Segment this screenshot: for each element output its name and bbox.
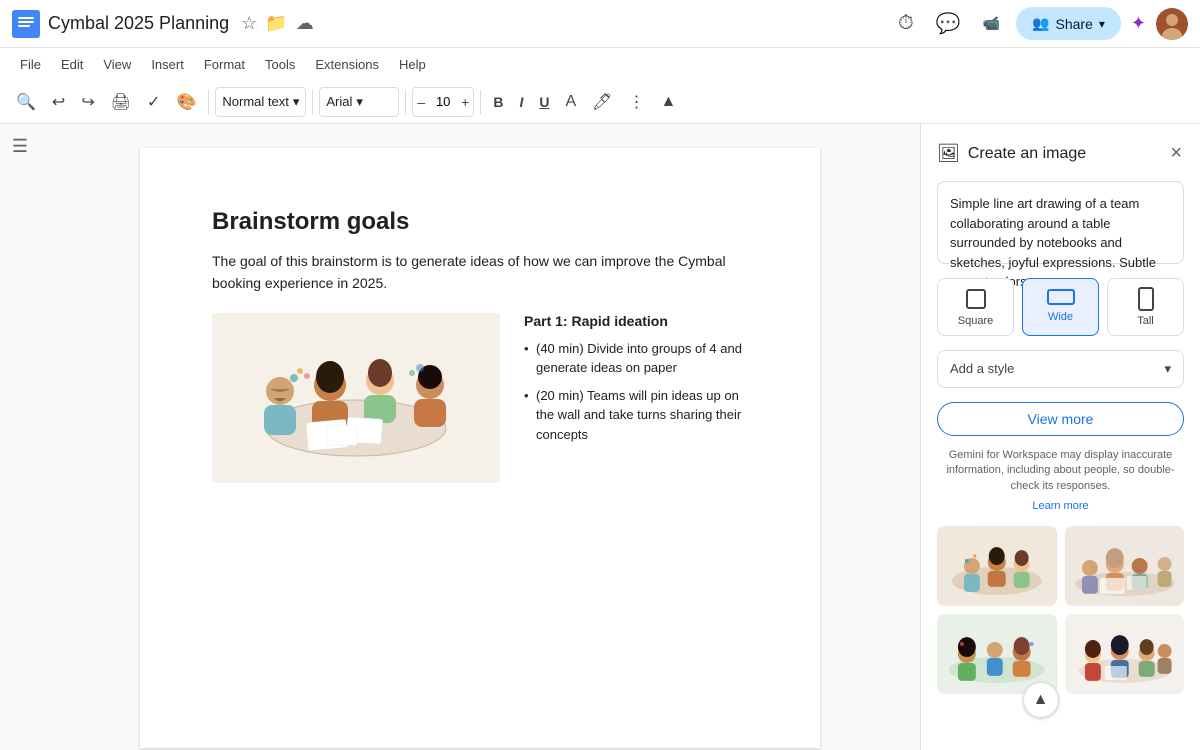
- text-color-button[interactable]: A: [560, 89, 583, 115]
- image-grid: [937, 526, 1184, 694]
- italic-button[interactable]: I: [513, 87, 529, 117]
- toolbar: 🔍 ↩ ↪ 🖨 ✓ 🎨 Normal text ▾ Arial ▾ – + B …: [0, 80, 1200, 124]
- share-button[interactable]: 👥 Share ▾: [1016, 7, 1121, 40]
- font-select[interactable]: Arial ▾: [319, 87, 399, 117]
- learn-more-link[interactable]: Learn more: [937, 500, 1184, 512]
- bullet-2: (20 min) Teams will pin ideas up on the …: [524, 386, 748, 445]
- divider-3: [405, 90, 406, 114]
- tall-label: Tall: [1137, 315, 1154, 327]
- panel-header: 🖼 Create an image ×: [937, 140, 1184, 167]
- square-icon: [964, 287, 988, 311]
- menu-help[interactable]: Help: [391, 53, 434, 76]
- right-panel: 🖼 Create an image × Simple line art draw…: [920, 124, 1200, 750]
- font-size-input[interactable]: [429, 94, 457, 109]
- style-placeholder: Add a style: [950, 361, 1014, 376]
- panel-icon: 🖼: [937, 143, 960, 164]
- image-thumb-1[interactable]: [937, 526, 1057, 606]
- style-dropdown[interactable]: Add a style ▾: [937, 350, 1184, 388]
- doc-title: Cymbal 2025 Planning: [48, 13, 229, 34]
- gemini-button[interactable]: ✦: [1131, 13, 1146, 34]
- title-bar: Cymbal 2025 Planning ☆ 📁 ☁ ⏱ 💬 📹 👥 Share…: [0, 0, 1200, 48]
- font-label: Arial: [326, 94, 352, 109]
- menu-bar: File Edit View Insert Format Tools Exten…: [0, 48, 1200, 80]
- view-more-button[interactable]: View more: [937, 402, 1184, 436]
- search-button[interactable]: 🔍: [10, 88, 42, 116]
- underline-button[interactable]: U: [533, 87, 555, 117]
- divider-2: [312, 90, 313, 114]
- scroll-area: ▲: [937, 694, 1184, 734]
- comments-button[interactable]: 💬: [930, 7, 967, 40]
- style-select[interactable]: Normal text ▾: [215, 87, 306, 117]
- meet-icon: 📹: [983, 15, 1000, 32]
- chevron-up-icon: ▲: [1033, 691, 1049, 709]
- aspect-square-button[interactable]: Square: [937, 278, 1014, 336]
- print-button[interactable]: 🖨: [105, 88, 137, 116]
- redo-button[interactable]: ↪: [75, 88, 100, 116]
- bold-button[interactable]: B: [487, 87, 509, 117]
- style-chevron-icon: ▾: [1164, 361, 1171, 377]
- spellcheck-button[interactable]: ✓: [141, 88, 166, 116]
- style-dropdown-icon: ▾: [293, 94, 300, 110]
- doc-right-col: Part 1: Rapid ideation (40 min) Divide i…: [524, 313, 748, 483]
- undo-button[interactable]: ↩: [46, 88, 71, 116]
- doc-area[interactable]: Brainstorm goals The goal of this brains…: [40, 124, 920, 750]
- panel-title: 🖼 Create an image: [937, 143, 1086, 164]
- image-thumb-2[interactable]: [1065, 526, 1185, 606]
- panel-close-button[interactable]: ×: [1168, 140, 1184, 167]
- top-actions: ⏱ 💬 📹 👥 Share ▾ ✦: [892, 7, 1188, 40]
- part-title: Part 1: Rapid ideation: [524, 313, 748, 329]
- tall-icon: [1138, 287, 1154, 311]
- docs-icon: [12, 10, 40, 38]
- wide-icon: [1047, 287, 1075, 307]
- aspect-wide-button[interactable]: Wide: [1022, 278, 1099, 336]
- outline-toggle[interactable]: ☰: [12, 136, 28, 157]
- menu-view[interactable]: View: [95, 53, 139, 76]
- prompt-box[interactable]: Simple line art drawing of a team collab…: [937, 181, 1184, 264]
- cloud-icon[interactable]: ☁: [296, 13, 314, 34]
- highlight-button[interactable]: 🖊: [586, 88, 618, 116]
- image-thumb-4[interactable]: [1065, 614, 1185, 694]
- history-button[interactable]: ⏱: [892, 8, 920, 39]
- wide-label: Wide: [1048, 311, 1073, 323]
- title-icons: ☆ 📁 ☁: [241, 13, 314, 34]
- menu-edit[interactable]: Edit: [53, 53, 91, 76]
- main-area: ☰ Brainstorm goals The goal of this brai…: [0, 124, 1200, 750]
- font-size-increase-button[interactable]: +: [457, 90, 473, 114]
- aspect-tall-button[interactable]: Tall: [1107, 278, 1184, 336]
- team-image[interactable]: [212, 313, 500, 483]
- avatar[interactable]: [1156, 8, 1188, 40]
- square-label: Square: [958, 315, 993, 327]
- bullet-1: (40 min) Divide into groups of 4 and gen…: [524, 339, 748, 378]
- menu-insert[interactable]: Insert: [143, 53, 192, 76]
- menu-tools[interactable]: Tools: [257, 53, 303, 76]
- font-dropdown-icon: ▾: [356, 94, 363, 110]
- font-size-decrease-button[interactable]: –: [413, 90, 429, 114]
- more-button[interactable]: ⋮: [622, 88, 650, 116]
- expand-button[interactable]: ▲: [654, 89, 682, 115]
- aspect-ratio-row: Square Wide Tall: [937, 278, 1184, 336]
- scroll-top-button[interactable]: ▲: [1023, 682, 1059, 718]
- doc-intro: The goal of this brainstorm is to genera…: [212, 250, 748, 295]
- share-chevron-icon: ▾: [1099, 17, 1105, 31]
- left-sidebar: ☰: [0, 124, 40, 750]
- doc-heading: Brainstorm goals: [212, 208, 748, 236]
- doc-columns: Part 1: Rapid ideation (40 min) Divide i…: [212, 313, 748, 483]
- menu-file[interactable]: File: [12, 53, 49, 76]
- font-size-area: – +: [412, 87, 474, 117]
- paint-format-button[interactable]: 🎨: [170, 88, 202, 116]
- menu-format[interactable]: Format: [196, 53, 253, 76]
- folder-icon[interactable]: 📁: [265, 13, 287, 34]
- divider-1: [208, 90, 209, 114]
- star-icon[interactable]: ☆: [241, 13, 257, 34]
- menu-extensions[interactable]: Extensions: [307, 53, 387, 76]
- doc-page: Brainstorm goals The goal of this brains…: [140, 148, 820, 748]
- meet-button[interactable]: 📹: [977, 11, 1006, 36]
- disclaimer-text: Gemini for Workspace may display inaccur…: [937, 448, 1184, 494]
- share-icon: 👥: [1032, 15, 1049, 32]
- style-label: Normal text: [222, 94, 288, 109]
- divider-4: [480, 90, 481, 114]
